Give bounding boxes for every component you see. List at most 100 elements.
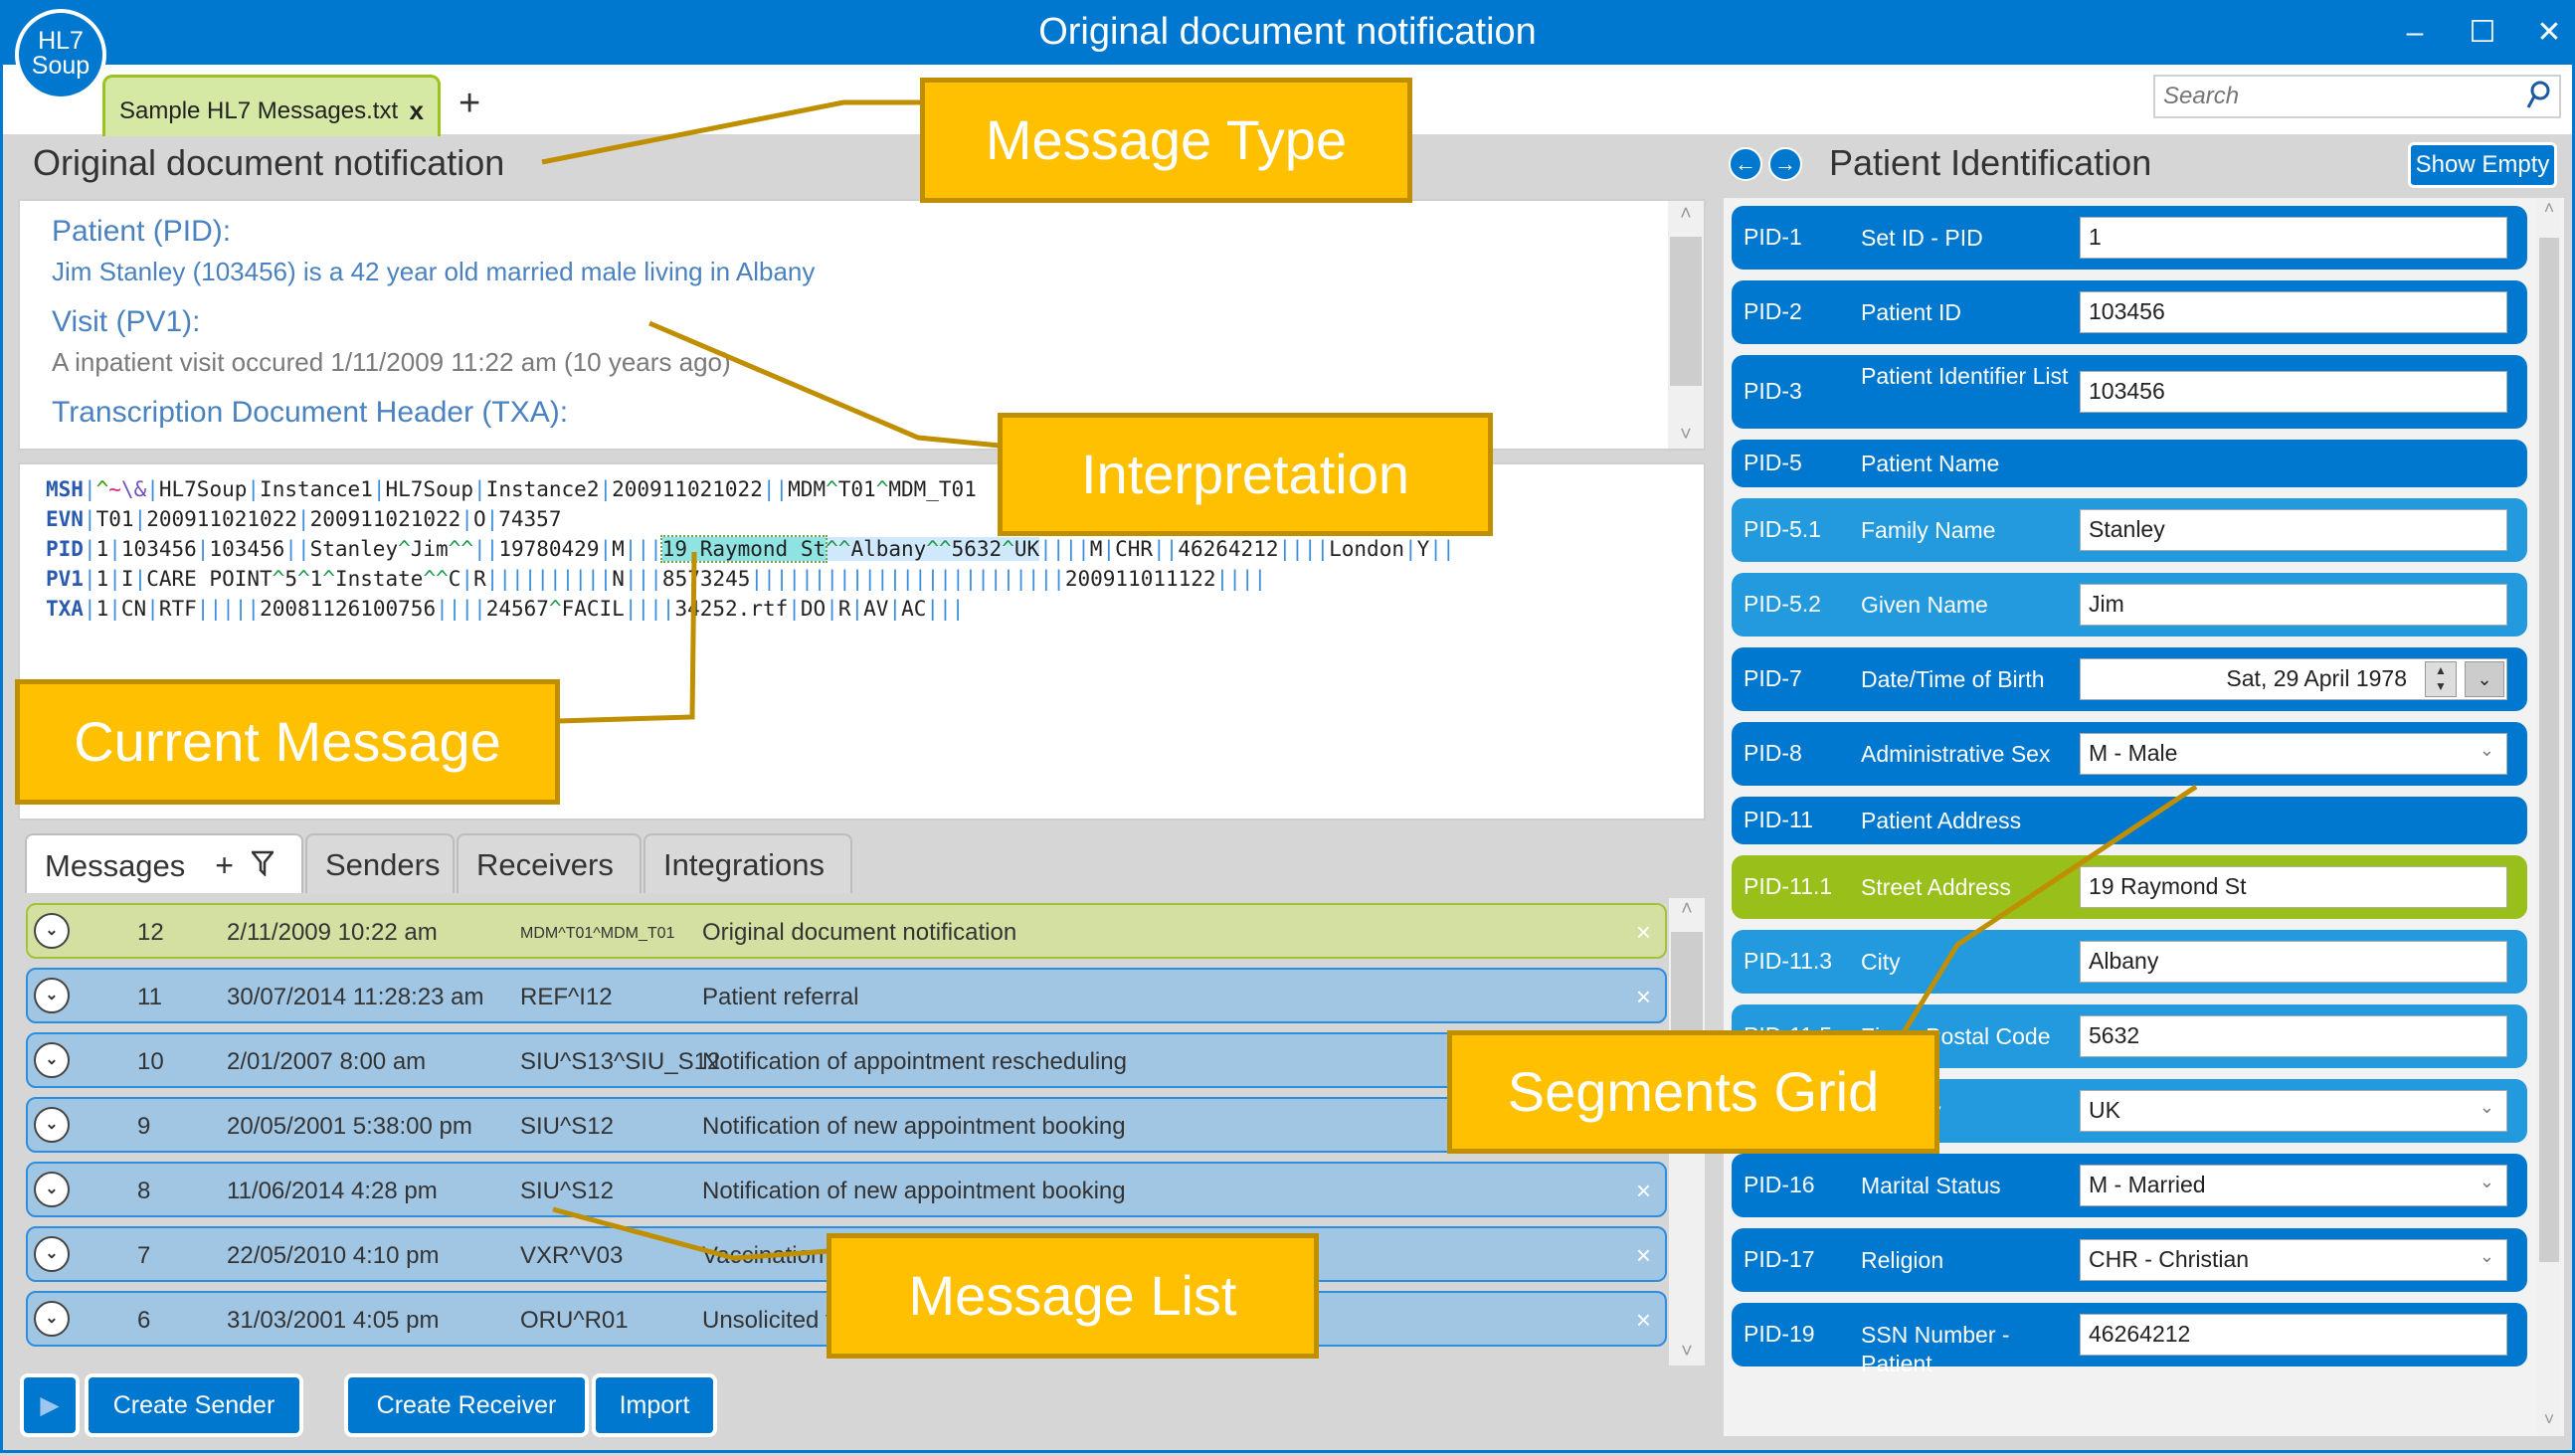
- hl7-segment-line[interactable]: PV1|1|I|CARE POINT^5^1^Instate^^C|R|||||…: [46, 564, 1704, 594]
- segment-name: TXA: [46, 597, 84, 621]
- next-segment-button[interactable]: →: [1768, 147, 1802, 181]
- segment-field-row[interactable]: PID-5.2 Given Name Jim: [1732, 573, 2527, 637]
- field-value-select[interactable]: M - Married ⌄: [2080, 1165, 2507, 1206]
- segment-field-row[interactable]: PID-3 Patient Identifier List 103456: [1732, 355, 2527, 429]
- hl7-segment-line[interactable]: TXA|1|CN|RTF|||||20081126100756||||24567…: [46, 594, 1704, 624]
- field-id: PID-11.3: [1744, 948, 1833, 974]
- field-value-input[interactable]: 103456: [2080, 371, 2507, 413]
- delete-message-icon[interactable]: ×: [1636, 982, 1651, 1012]
- segment-name: PV1: [46, 567, 84, 591]
- segment-field-row[interactable]: PID-11.1 Street Address 19 Raymond St: [1732, 855, 2527, 919]
- message-row[interactable]: ⌄ 8 11/06/2014 4:28 pm SIU^S12 Notification …: [26, 1162, 1667, 1217]
- chevron-down-icon[interactable]: ⌄: [2480, 1172, 2494, 1192]
- message-row[interactable]: ⌄ 9 20/05/2001 5:38:00 pm SIU^S12 Notificati…: [26, 1097, 1667, 1153]
- expand-chevron-icon[interactable]: ⌄: [34, 1107, 70, 1143]
- scroll-thumb[interactable]: [1671, 932, 1703, 1031]
- segment-field-row[interactable]: PID-5 Patient Name: [1732, 440, 2527, 487]
- field-value-input[interactable]: 5632: [2080, 1015, 2507, 1057]
- minimize-button[interactable]: ‒: [2390, 13, 2440, 53]
- chevron-down-icon[interactable]: ⌄: [2480, 1246, 2494, 1267]
- play-icon: ▶: [40, 1391, 60, 1419]
- calendar-dropdown-icon[interactable]: ⌄: [2465, 661, 2504, 697]
- search-icon[interactable]: [2525, 81, 2551, 117]
- expand-chevron-icon[interactable]: ⌄: [34, 1042, 70, 1078]
- expand-chevron-icon[interactable]: ⌄: [34, 978, 70, 1013]
- field-value-input[interactable]: 103456: [2080, 291, 2507, 333]
- field-value-select[interactable]: UK ⌄: [2080, 1090, 2507, 1132]
- segment-field-row[interactable]: PID-19 SSN Number - Patient 46264212: [1732, 1303, 2527, 1376]
- segment-field-row[interactable]: PID-5.1 Family Name Stanley: [1732, 498, 2527, 562]
- interpretation-scrollbar[interactable]: ˄ ˅: [1668, 201, 1704, 449]
- field-id: PID-5: [1744, 450, 1802, 475]
- message-date: 30/07/2014 11:28:23 am: [227, 984, 484, 1010]
- delete-message-icon[interactable]: ×: [1636, 1176, 1651, 1206]
- scroll-thumb[interactable]: [2539, 238, 2559, 1262]
- file-tab[interactable]: Sample HL7 Messages.txt x: [102, 75, 441, 136]
- search-input[interactable]: [2155, 77, 2503, 116]
- scroll-thumb[interactable]: [1670, 237, 1702, 386]
- segments-grid-scrollbar[interactable]: ˄ ˅: [2537, 198, 2561, 1436]
- tab-receivers[interactable]: Receivers: [457, 833, 642, 893]
- add-message-icon[interactable]: +: [215, 847, 234, 883]
- date-spinner[interactable]: ▲ ▼: [2425, 661, 2457, 697]
- chevron-down-icon[interactable]: ⌄: [2480, 1097, 2494, 1118]
- close-tab-icon[interactable]: x: [410, 95, 424, 126]
- expand-chevron-icon[interactable]: ⌄: [34, 1236, 70, 1272]
- create-sender-button[interactable]: Create Sender: [85, 1373, 303, 1437]
- callout-current-message: Current Message: [15, 679, 560, 805]
- tab-messages[interactable]: Messages +: [25, 833, 303, 893]
- field-value-input[interactable]: 1: [2080, 217, 2507, 259]
- scroll-up-icon[interactable]: ˄: [1669, 898, 1705, 921]
- delete-message-icon[interactable]: ×: [1636, 917, 1651, 948]
- message-number: 8: [137, 1178, 151, 1204]
- field-value-datepicker[interactable]: Sat, 29 April 1978 ▲ ▼ ⌄: [2080, 658, 2507, 700]
- scroll-up-icon[interactable]: ˄: [1668, 203, 1704, 226]
- segment-field-row[interactable]: PID-7 Date/Time of Birth Sat, 29 April 197…: [1732, 647, 2527, 711]
- tab-integrations[interactable]: Integrations: [644, 833, 852, 893]
- interp-heading-txa: Transcription Document Header (TXA):: [52, 396, 569, 429]
- expand-chevron-icon[interactable]: ⌄: [34, 1172, 70, 1207]
- import-button[interactable]: Import: [592, 1373, 717, 1437]
- scroll-down-icon[interactable]: ˅: [2537, 1409, 2561, 1430]
- field-value-input[interactable]: 19 Raymond St: [2080, 866, 2507, 908]
- field-value-input[interactable]: 46264212: [2080, 1314, 2507, 1356]
- expand-chevron-icon[interactable]: ⌄: [34, 913, 70, 949]
- show-empty-button[interactable]: Show Empty: [2408, 142, 2557, 188]
- field-value-select[interactable]: M - Male ⌄: [2080, 733, 2507, 775]
- message-row[interactable]: ⌄ 12 2/11/2009 10:22 am MDM^T01^MDM_T01 Orig…: [26, 903, 1667, 959]
- previous-segment-button[interactable]: ←: [1729, 147, 1762, 181]
- segment-field-row[interactable]: PID-16 Marital Status M - Married ⌄: [1732, 1154, 2527, 1217]
- hl7-segment-line[interactable]: PID|1|103456|103456||Stanley^Jim^^||1978…: [46, 534, 1704, 564]
- hl7soup-logo[interactable]: HL7 Soup: [15, 9, 106, 100]
- delete-message-icon[interactable]: ×: [1636, 1305, 1651, 1336]
- expand-chevron-icon[interactable]: ⌄: [34, 1301, 70, 1337]
- segment-field-row[interactable]: PID-2 Patient ID 103456: [1732, 280, 2527, 344]
- scroll-down-icon[interactable]: ˅: [1669, 1341, 1705, 1364]
- delete-message-icon[interactable]: ×: [1636, 1240, 1651, 1271]
- segment-field-row[interactable]: PID-11 Patient Address: [1732, 797, 2527, 844]
- selected-component-highlight[interactable]: ^^Albany^^5632^UK: [826, 537, 1040, 561]
- scroll-down-icon[interactable]: ˅: [1668, 424, 1704, 447]
- field-value-select[interactable]: CHR - Christian ⌄: [2080, 1239, 2507, 1281]
- select-value: M - Male: [2089, 740, 2178, 766]
- field-name: Patient Address: [1861, 808, 2022, 833]
- create-receiver-button[interactable]: Create Receiver: [344, 1373, 589, 1437]
- selected-field-highlight[interactable]: 19 Raymond St: [659, 535, 828, 563]
- chevron-down-icon[interactable]: ⌄: [2480, 740, 2494, 761]
- add-tab-button[interactable]: +: [459, 83, 480, 125]
- segment-field-row[interactable]: PID-17 Religion CHR - Christian ⌄: [1732, 1228, 2527, 1292]
- maximize-button[interactable]: ☐: [2458, 13, 2507, 53]
- filter-icon[interactable]: [244, 850, 276, 882]
- message-row[interactable]: ⌄ 11 30/07/2014 11:28:23 am REF^I12 Patient …: [26, 968, 1667, 1023]
- scroll-up-icon[interactable]: ˄: [2537, 198, 2561, 219]
- segment-field-row[interactable]: PID-11.3 City Albany: [1732, 930, 2527, 994]
- tab-senders[interactable]: Senders: [305, 833, 455, 893]
- message-row[interactable]: ⌄ 10 2/01/2007 8:00 am SIU^S13^SIU_S12 Notif…: [26, 1032, 1667, 1088]
- field-value-input[interactable]: Jim: [2080, 584, 2507, 626]
- expand-button[interactable]: ▶: [20, 1373, 80, 1437]
- segment-field-row[interactable]: PID-1 Set ID - PID 1: [1732, 206, 2527, 270]
- field-value-input[interactable]: Stanley: [2080, 509, 2507, 551]
- field-value-input[interactable]: Albany: [2080, 941, 2507, 983]
- segment-field-row[interactable]: PID-8 Administrative Sex M - Male ⌄: [1732, 722, 2527, 786]
- close-button[interactable]: ✕: [2524, 13, 2574, 53]
